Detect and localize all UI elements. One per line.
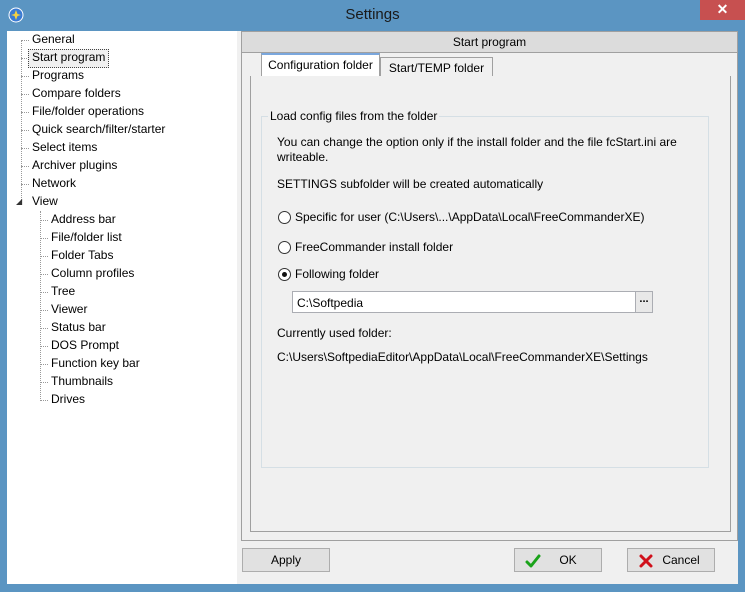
- folder-path-value: C:\Softpedia: [297, 296, 364, 310]
- tree-branch: [40, 364, 48, 365]
- tree-branch: [40, 328, 48, 329]
- tree-branch: [21, 112, 29, 113]
- tree-branch: [40, 310, 48, 311]
- client-area: ◢ General Start program Programs Compare…: [7, 31, 738, 584]
- tree-branch: [40, 346, 48, 347]
- group-title: Load config files from the folder: [268, 109, 440, 123]
- tree-branch: [40, 238, 48, 239]
- tree-item-compare-folders[interactable]: Compare folders: [29, 85, 124, 102]
- radio-specific-user-label[interactable]: Specific for user (C:\Users\...\AppData\…: [295, 210, 644, 224]
- info-line-2: writeable.: [277, 150, 329, 164]
- tree-branch: [21, 76, 29, 77]
- tree-item-drives[interactable]: Drives: [48, 391, 88, 408]
- title-bar[interactable]: Settings ✕: [0, 0, 745, 31]
- tree-item-status-bar[interactable]: Status bar: [48, 319, 109, 336]
- tree-item-archiver-plugins[interactable]: Archiver plugins: [29, 157, 120, 174]
- tree-item-function-key-bar[interactable]: Function key bar: [48, 355, 143, 372]
- tree-item-quick-search[interactable]: Quick search/filter/starter: [29, 121, 168, 138]
- radio-install-folder[interactable]: [278, 241, 291, 254]
- ok-label: OK: [559, 553, 577, 567]
- tree-branch: [40, 274, 48, 275]
- tree-item-file-folder-operations[interactable]: File/folder operations: [29, 103, 147, 120]
- tree-branch: [21, 166, 29, 167]
- tree-item-start-program[interactable]: Start program: [28, 49, 110, 68]
- tree-item-viewer[interactable]: Viewer: [48, 301, 90, 318]
- auto-note: SETTINGS subfolder will be created autom…: [277, 177, 544, 191]
- tab-start-temp-folder[interactable]: Start/TEMP folder: [380, 57, 493, 77]
- ok-button[interactable]: OK: [514, 548, 602, 572]
- tree-branch: [40, 220, 48, 221]
- tree-item-folder-tabs[interactable]: Folder Tabs: [48, 247, 116, 264]
- window-title: Settings: [345, 6, 400, 23]
- current-folder-path: C:\Users\SoftpediaEditor\AppData\Local\F…: [277, 350, 648, 364]
- tree-line-root: [21, 40, 22, 202]
- tree-item-select-items[interactable]: Select items: [29, 139, 100, 156]
- tree-item-thumbnails[interactable]: Thumbnails: [48, 373, 116, 390]
- radio-install-folder-label[interactable]: FreeCommander install folder: [295, 240, 453, 254]
- checkmark-icon: [525, 554, 541, 568]
- collapse-view-icon[interactable]: ◢: [16, 197, 22, 206]
- folder-path-input[interactable]: C:\Softpedia ...: [292, 291, 653, 313]
- settings-panel: Start program Configuration folder Start…: [241, 31, 738, 541]
- tree-item-address-bar[interactable]: Address bar: [48, 211, 119, 228]
- tree-branch: [21, 130, 29, 131]
- tree-item-dos-prompt[interactable]: DOS Prompt: [48, 337, 122, 354]
- settings-tree[interactable]: ◢ General Start program Programs Compare…: [7, 31, 237, 584]
- radio-following-folder-label[interactable]: Following folder: [295, 267, 379, 281]
- tree-branch: [21, 40, 29, 41]
- tree-branch: [21, 94, 29, 95]
- tree-item-column-profiles[interactable]: Column profiles: [48, 265, 137, 282]
- cancel-x-icon: [639, 554, 653, 568]
- tree-line-view: [40, 211, 41, 401]
- tree-item-tree[interactable]: Tree: [48, 283, 78, 300]
- current-folder-label: Currently used folder:: [277, 326, 392, 340]
- tree-branch: [40, 256, 48, 257]
- cancel-button[interactable]: Cancel: [627, 548, 715, 572]
- radio-following-folder[interactable]: [278, 268, 291, 281]
- tree-branch: [40, 400, 48, 401]
- apply-button[interactable]: Apply: [242, 548, 330, 572]
- radio-specific-user[interactable]: [278, 211, 291, 224]
- radio-selected-dot: [282, 272, 287, 277]
- info-line-1: You can change the option only if the in…: [277, 135, 677, 149]
- panel-header: Start program: [242, 32, 737, 53]
- browse-button[interactable]: ...: [635, 292, 652, 312]
- tree-item-network[interactable]: Network: [29, 175, 79, 192]
- tree-branch: [21, 148, 29, 149]
- settings-window: Settings ✕ ◢ General Start program Progr…: [0, 0, 745, 592]
- tree-item-programs[interactable]: Programs: [29, 67, 87, 84]
- tree-branch: [21, 184, 29, 185]
- tree-item-view[interactable]: View: [29, 193, 61, 210]
- tree-item-general[interactable]: General: [29, 31, 78, 48]
- tree-branch: [40, 292, 48, 293]
- tree-branch: [40, 382, 48, 383]
- tab-configuration-folder[interactable]: Configuration folder: [261, 53, 380, 77]
- close-button[interactable]: ✕: [700, 0, 745, 20]
- tree-item-file-folder-list[interactable]: File/folder list: [48, 229, 125, 246]
